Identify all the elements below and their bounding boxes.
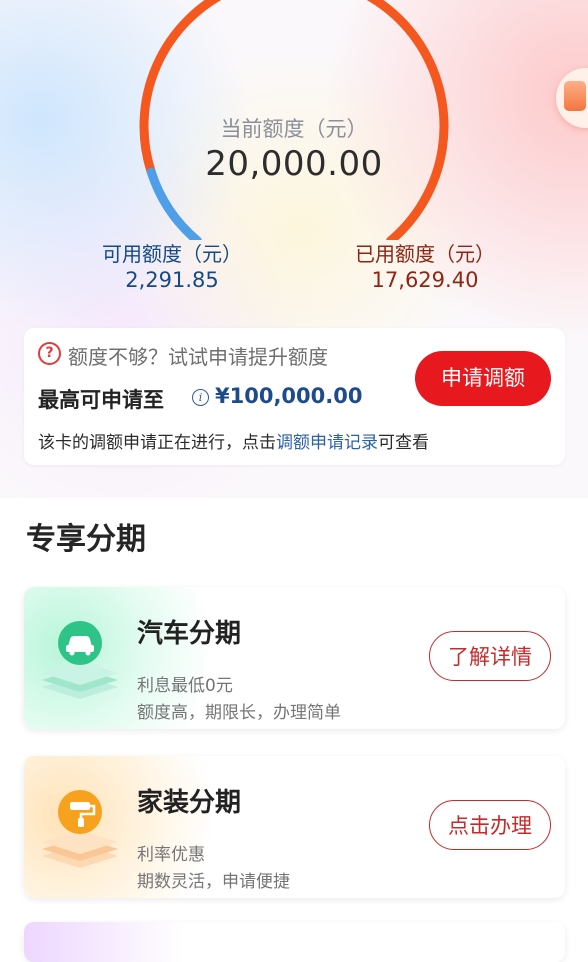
document-icon xyxy=(564,81,586,111)
credit-summary-panel: 当前额度（元） 20,000.00 可用额度（元） 2,291.85 已用额度（… xyxy=(0,0,588,498)
used-limit-value: 17,629.40 xyxy=(371,268,479,292)
adjustment-history-link[interactable]: 调额申请记录 xyxy=(276,433,378,453)
apply-now-button[interactable]: 点击办理 xyxy=(429,800,551,850)
paint-roller-icon xyxy=(42,790,118,868)
used-limit-label: 已用额度（元） xyxy=(355,242,495,266)
status-prefix: 该卡的调额申请正在进行，点击 xyxy=(38,433,276,453)
limit-increase-card: ? 额度不够？试试申请提升额度 最高可申请至 i ¥100,000.00 该卡的… xyxy=(24,328,565,465)
max-apply-value: ¥100,000.00 xyxy=(215,384,363,408)
plan-name: 汽车分期 xyxy=(137,619,242,649)
plan-benefit: 利率优惠 xyxy=(137,845,205,865)
plan-name: 家装分期 xyxy=(137,788,242,818)
max-apply-label: 最高可申请至 xyxy=(38,388,164,412)
next-installment-card[interactable] xyxy=(24,922,565,962)
plan-benefit: 利息最低0元 xyxy=(137,676,233,696)
available-limit-value: 2,291.85 xyxy=(125,268,219,292)
question-icon: ? xyxy=(38,342,61,365)
learn-more-button[interactable]: 了解详情 xyxy=(429,631,551,681)
home-installment-card[interactable]: 家装分期 利率优惠 期数灵活，申请便捷 点击办理 xyxy=(24,756,565,898)
available-limit-label: 可用额度（元） xyxy=(102,242,242,266)
limit-increase-hint: 额度不够？试试申请提升额度 xyxy=(68,345,328,369)
current-limit-value: 20,000.00 xyxy=(205,144,383,184)
apply-adjustment-button[interactable]: 申请调额 xyxy=(415,351,551,406)
current-limit-label: 当前额度（元） xyxy=(220,117,368,141)
plan-description: 额度高，期限长，办理简单 xyxy=(137,703,341,723)
section-title: 专享分期 xyxy=(26,522,146,557)
status-suffix: 可查看 xyxy=(378,433,429,453)
car-installment-card[interactable]: 汽车分期 利息最低0元 额度高，期限长，办理简单 了解详情 xyxy=(24,587,565,729)
car-icon xyxy=(42,621,118,699)
adjustment-status-text: 该卡的调额申请正在进行，点击调额申请记录可查看 xyxy=(38,428,429,453)
plan-description: 期数灵活，申请便捷 xyxy=(137,872,290,892)
info-icon[interactable]: i xyxy=(192,389,209,406)
